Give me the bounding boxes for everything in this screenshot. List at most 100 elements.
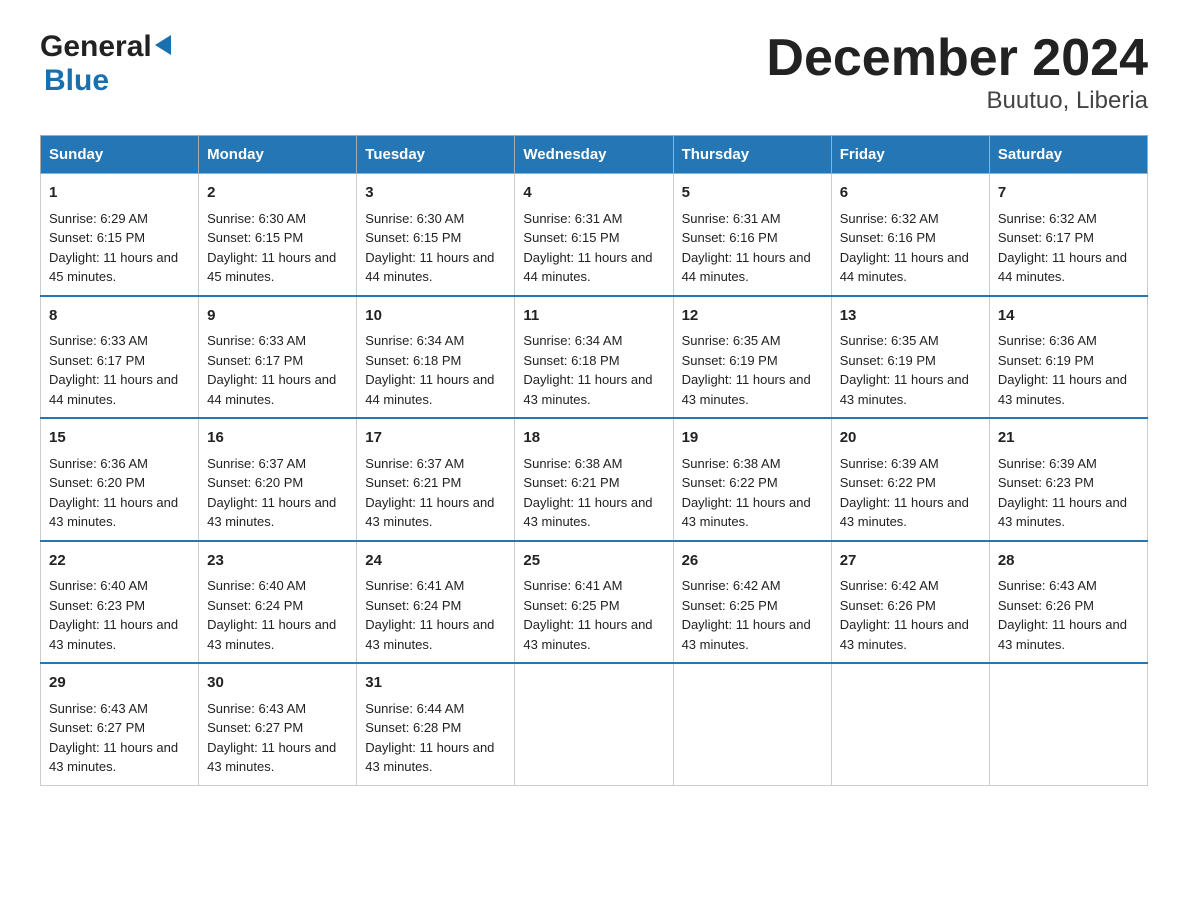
calendar-cell: 5 Sunrise: 6:31 AM Sunset: 6:16 PM Dayli… bbox=[673, 174, 831, 296]
page-title: December 2024 bbox=[766, 30, 1148, 87]
title-area: December 2024 Buutuo, Liberia bbox=[766, 30, 1148, 115]
day-number: 3 bbox=[365, 182, 506, 205]
calendar-cell: 14 Sunrise: 6:36 AM Sunset: 6:19 PM Dayl… bbox=[989, 296, 1147, 419]
calendar-cell: 24 Sunrise: 6:41 AM Sunset: 6:24 PM Dayl… bbox=[357, 541, 515, 664]
calendar-cell bbox=[989, 663, 1147, 785]
calendar-cell: 6 Sunrise: 6:32 AM Sunset: 6:16 PM Dayli… bbox=[831, 174, 989, 296]
calendar-header-row: SundayMondayTuesdayWednesdayThursdayFrid… bbox=[41, 136, 1148, 174]
calendar-cell: 26 Sunrise: 6:42 AM Sunset: 6:25 PM Dayl… bbox=[673, 541, 831, 664]
sunset-label: Sunset: 6:21 PM bbox=[523, 475, 619, 490]
daylight-label: Daylight: 11 hours and 43 minutes. bbox=[523, 372, 652, 407]
daylight-label: Daylight: 11 hours and 43 minutes. bbox=[682, 617, 811, 652]
sunrise-label: Sunrise: 6:29 AM bbox=[49, 211, 148, 226]
calendar-cell: 3 Sunrise: 6:30 AM Sunset: 6:15 PM Dayli… bbox=[357, 174, 515, 296]
sunset-label: Sunset: 6:20 PM bbox=[207, 475, 303, 490]
calendar-body: 1 Sunrise: 6:29 AM Sunset: 6:15 PM Dayli… bbox=[41, 174, 1148, 786]
calendar-cell: 30 Sunrise: 6:43 AM Sunset: 6:27 PM Dayl… bbox=[199, 663, 357, 785]
calendar-cell: 15 Sunrise: 6:36 AM Sunset: 6:20 PM Dayl… bbox=[41, 418, 199, 541]
daylight-label: Daylight: 11 hours and 43 minutes. bbox=[365, 617, 494, 652]
sunrise-label: Sunrise: 6:35 AM bbox=[682, 333, 781, 348]
calendar-cell: 13 Sunrise: 6:35 AM Sunset: 6:19 PM Dayl… bbox=[831, 296, 989, 419]
day-number: 25 bbox=[523, 550, 664, 573]
sunrise-label: Sunrise: 6:37 AM bbox=[365, 456, 464, 471]
sunset-label: Sunset: 6:28 PM bbox=[365, 720, 461, 735]
day-number: 18 bbox=[523, 427, 664, 450]
sunset-label: Sunset: 6:24 PM bbox=[207, 598, 303, 613]
sunrise-label: Sunrise: 6:34 AM bbox=[365, 333, 464, 348]
sunrise-label: Sunrise: 6:41 AM bbox=[365, 578, 464, 593]
calendar-cell: 23 Sunrise: 6:40 AM Sunset: 6:24 PM Dayl… bbox=[199, 541, 357, 664]
sunset-label: Sunset: 6:19 PM bbox=[682, 353, 778, 368]
day-number: 11 bbox=[523, 305, 664, 328]
calendar-cell: 18 Sunrise: 6:38 AM Sunset: 6:21 PM Dayl… bbox=[515, 418, 673, 541]
daylight-label: Daylight: 11 hours and 45 minutes. bbox=[207, 250, 336, 285]
calendar-cell: 1 Sunrise: 6:29 AM Sunset: 6:15 PM Dayli… bbox=[41, 174, 199, 296]
daylight-label: Daylight: 11 hours and 43 minutes. bbox=[365, 495, 494, 530]
sunrise-label: Sunrise: 6:33 AM bbox=[49, 333, 148, 348]
daylight-label: Daylight: 11 hours and 43 minutes. bbox=[998, 372, 1127, 407]
calendar-day-header: Wednesday bbox=[515, 136, 673, 174]
daylight-label: Daylight: 11 hours and 44 minutes. bbox=[207, 372, 336, 407]
sunrise-label: Sunrise: 6:40 AM bbox=[207, 578, 306, 593]
daylight-label: Daylight: 11 hours and 44 minutes. bbox=[365, 372, 494, 407]
sunset-label: Sunset: 6:21 PM bbox=[365, 475, 461, 490]
sunrise-label: Sunrise: 6:39 AM bbox=[998, 456, 1097, 471]
logo-triangle-icon bbox=[155, 35, 171, 55]
daylight-label: Daylight: 11 hours and 43 minutes. bbox=[207, 617, 336, 652]
logo: General Blue bbox=[40, 30, 171, 98]
daylight-label: Daylight: 11 hours and 43 minutes. bbox=[998, 617, 1127, 652]
sunset-label: Sunset: 6:22 PM bbox=[840, 475, 936, 490]
page-header: General Blue December 2024 Buutuo, Liber… bbox=[40, 30, 1148, 115]
sunrise-label: Sunrise: 6:42 AM bbox=[840, 578, 939, 593]
calendar-cell: 2 Sunrise: 6:30 AM Sunset: 6:15 PM Dayli… bbox=[199, 174, 357, 296]
sunrise-label: Sunrise: 6:39 AM bbox=[840, 456, 939, 471]
sunset-label: Sunset: 6:23 PM bbox=[998, 475, 1094, 490]
sunrise-label: Sunrise: 6:30 AM bbox=[207, 211, 306, 226]
day-number: 15 bbox=[49, 427, 190, 450]
daylight-label: Daylight: 11 hours and 43 minutes. bbox=[840, 617, 969, 652]
sunrise-label: Sunrise: 6:31 AM bbox=[682, 211, 781, 226]
daylight-label: Daylight: 11 hours and 43 minutes. bbox=[49, 495, 178, 530]
page-subtitle: Buutuo, Liberia bbox=[766, 87, 1148, 115]
calendar-cell bbox=[831, 663, 989, 785]
calendar-day-header: Friday bbox=[831, 136, 989, 174]
sunset-label: Sunset: 6:17 PM bbox=[998, 230, 1094, 245]
calendar-week-row: 1 Sunrise: 6:29 AM Sunset: 6:15 PM Dayli… bbox=[41, 174, 1148, 296]
sunrise-label: Sunrise: 6:34 AM bbox=[523, 333, 622, 348]
day-number: 17 bbox=[365, 427, 506, 450]
sunrise-label: Sunrise: 6:35 AM bbox=[840, 333, 939, 348]
day-number: 2 bbox=[207, 182, 348, 205]
day-number: 30 bbox=[207, 672, 348, 695]
daylight-label: Daylight: 11 hours and 43 minutes. bbox=[365, 740, 494, 775]
calendar-cell: 7 Sunrise: 6:32 AM Sunset: 6:17 PM Dayli… bbox=[989, 174, 1147, 296]
day-number: 28 bbox=[998, 550, 1139, 573]
calendar-week-row: 8 Sunrise: 6:33 AM Sunset: 6:17 PM Dayli… bbox=[41, 296, 1148, 419]
calendar-cell: 9 Sunrise: 6:33 AM Sunset: 6:17 PM Dayli… bbox=[199, 296, 357, 419]
sunrise-label: Sunrise: 6:41 AM bbox=[523, 578, 622, 593]
sunrise-label: Sunrise: 6:37 AM bbox=[207, 456, 306, 471]
daylight-label: Daylight: 11 hours and 44 minutes. bbox=[49, 372, 178, 407]
day-number: 8 bbox=[49, 305, 190, 328]
sunset-label: Sunset: 6:27 PM bbox=[207, 720, 303, 735]
sunset-label: Sunset: 6:25 PM bbox=[682, 598, 778, 613]
daylight-label: Daylight: 11 hours and 43 minutes. bbox=[49, 740, 178, 775]
sunrise-label: Sunrise: 6:30 AM bbox=[365, 211, 464, 226]
sunrise-label: Sunrise: 6:43 AM bbox=[49, 701, 148, 716]
daylight-label: Daylight: 11 hours and 45 minutes. bbox=[49, 250, 178, 285]
daylight-label: Daylight: 11 hours and 44 minutes. bbox=[998, 250, 1127, 285]
logo-general-text: General bbox=[40, 30, 152, 64]
sunset-label: Sunset: 6:15 PM bbox=[523, 230, 619, 245]
day-number: 12 bbox=[682, 305, 823, 328]
day-number: 20 bbox=[840, 427, 981, 450]
sunrise-label: Sunrise: 6:44 AM bbox=[365, 701, 464, 716]
day-number: 9 bbox=[207, 305, 348, 328]
sunrise-label: Sunrise: 6:31 AM bbox=[523, 211, 622, 226]
daylight-label: Daylight: 11 hours and 43 minutes. bbox=[682, 372, 811, 407]
day-number: 29 bbox=[49, 672, 190, 695]
daylight-label: Daylight: 11 hours and 43 minutes. bbox=[998, 495, 1127, 530]
daylight-label: Daylight: 11 hours and 44 minutes. bbox=[365, 250, 494, 285]
sunrise-label: Sunrise: 6:40 AM bbox=[49, 578, 148, 593]
calendar-cell bbox=[515, 663, 673, 785]
calendar-day-header: Monday bbox=[199, 136, 357, 174]
day-number: 31 bbox=[365, 672, 506, 695]
